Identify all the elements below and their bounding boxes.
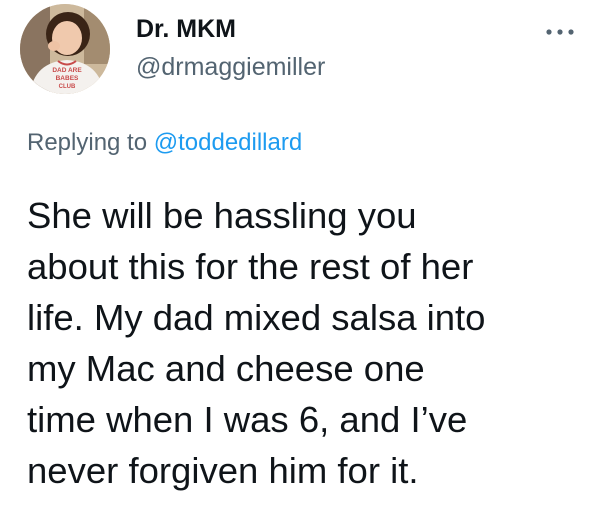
more-options-button[interactable] (540, 22, 580, 42)
avatar-shirt-line-1: DAD ARE (52, 67, 82, 74)
tweet-text-line: life. My dad mixed salsa into (27, 297, 486, 338)
tweet-card: DAD ARE BABES CLUB Dr. MKM @drmaggiemill… (0, 0, 599, 507)
tweet-text-line: my Mac and cheese one (27, 348, 425, 389)
author-display-name[interactable]: Dr. MKM (136, 14, 236, 44)
replying-to-label: Replying to (27, 129, 148, 156)
tweet-text-line: never forgiven him for it. (27, 450, 419, 491)
replying-to-mention-link[interactable]: @toddedillard (154, 129, 302, 156)
author-handle[interactable]: @drmaggiemiller (136, 52, 325, 82)
avatar-shirt-line-3: CLUB (59, 84, 76, 90)
tweet-text-line: She will be hassling you (27, 195, 417, 236)
profile-photo: DAD ARE BABES CLUB (20, 4, 110, 94)
avatar-shirt-line-2: BABES (56, 75, 79, 82)
tweet-text-line: about this for the rest of her (27, 246, 474, 287)
tweet-text: She will be hassling you about this for … (27, 190, 592, 496)
more-dots-icon (546, 29, 574, 35)
avatar[interactable]: DAD ARE BABES CLUB (20, 4, 110, 94)
tweet-text-line: time when I was 6, and I’ve (27, 399, 468, 440)
replying-to-line: Replying to @toddedillard (27, 128, 302, 158)
